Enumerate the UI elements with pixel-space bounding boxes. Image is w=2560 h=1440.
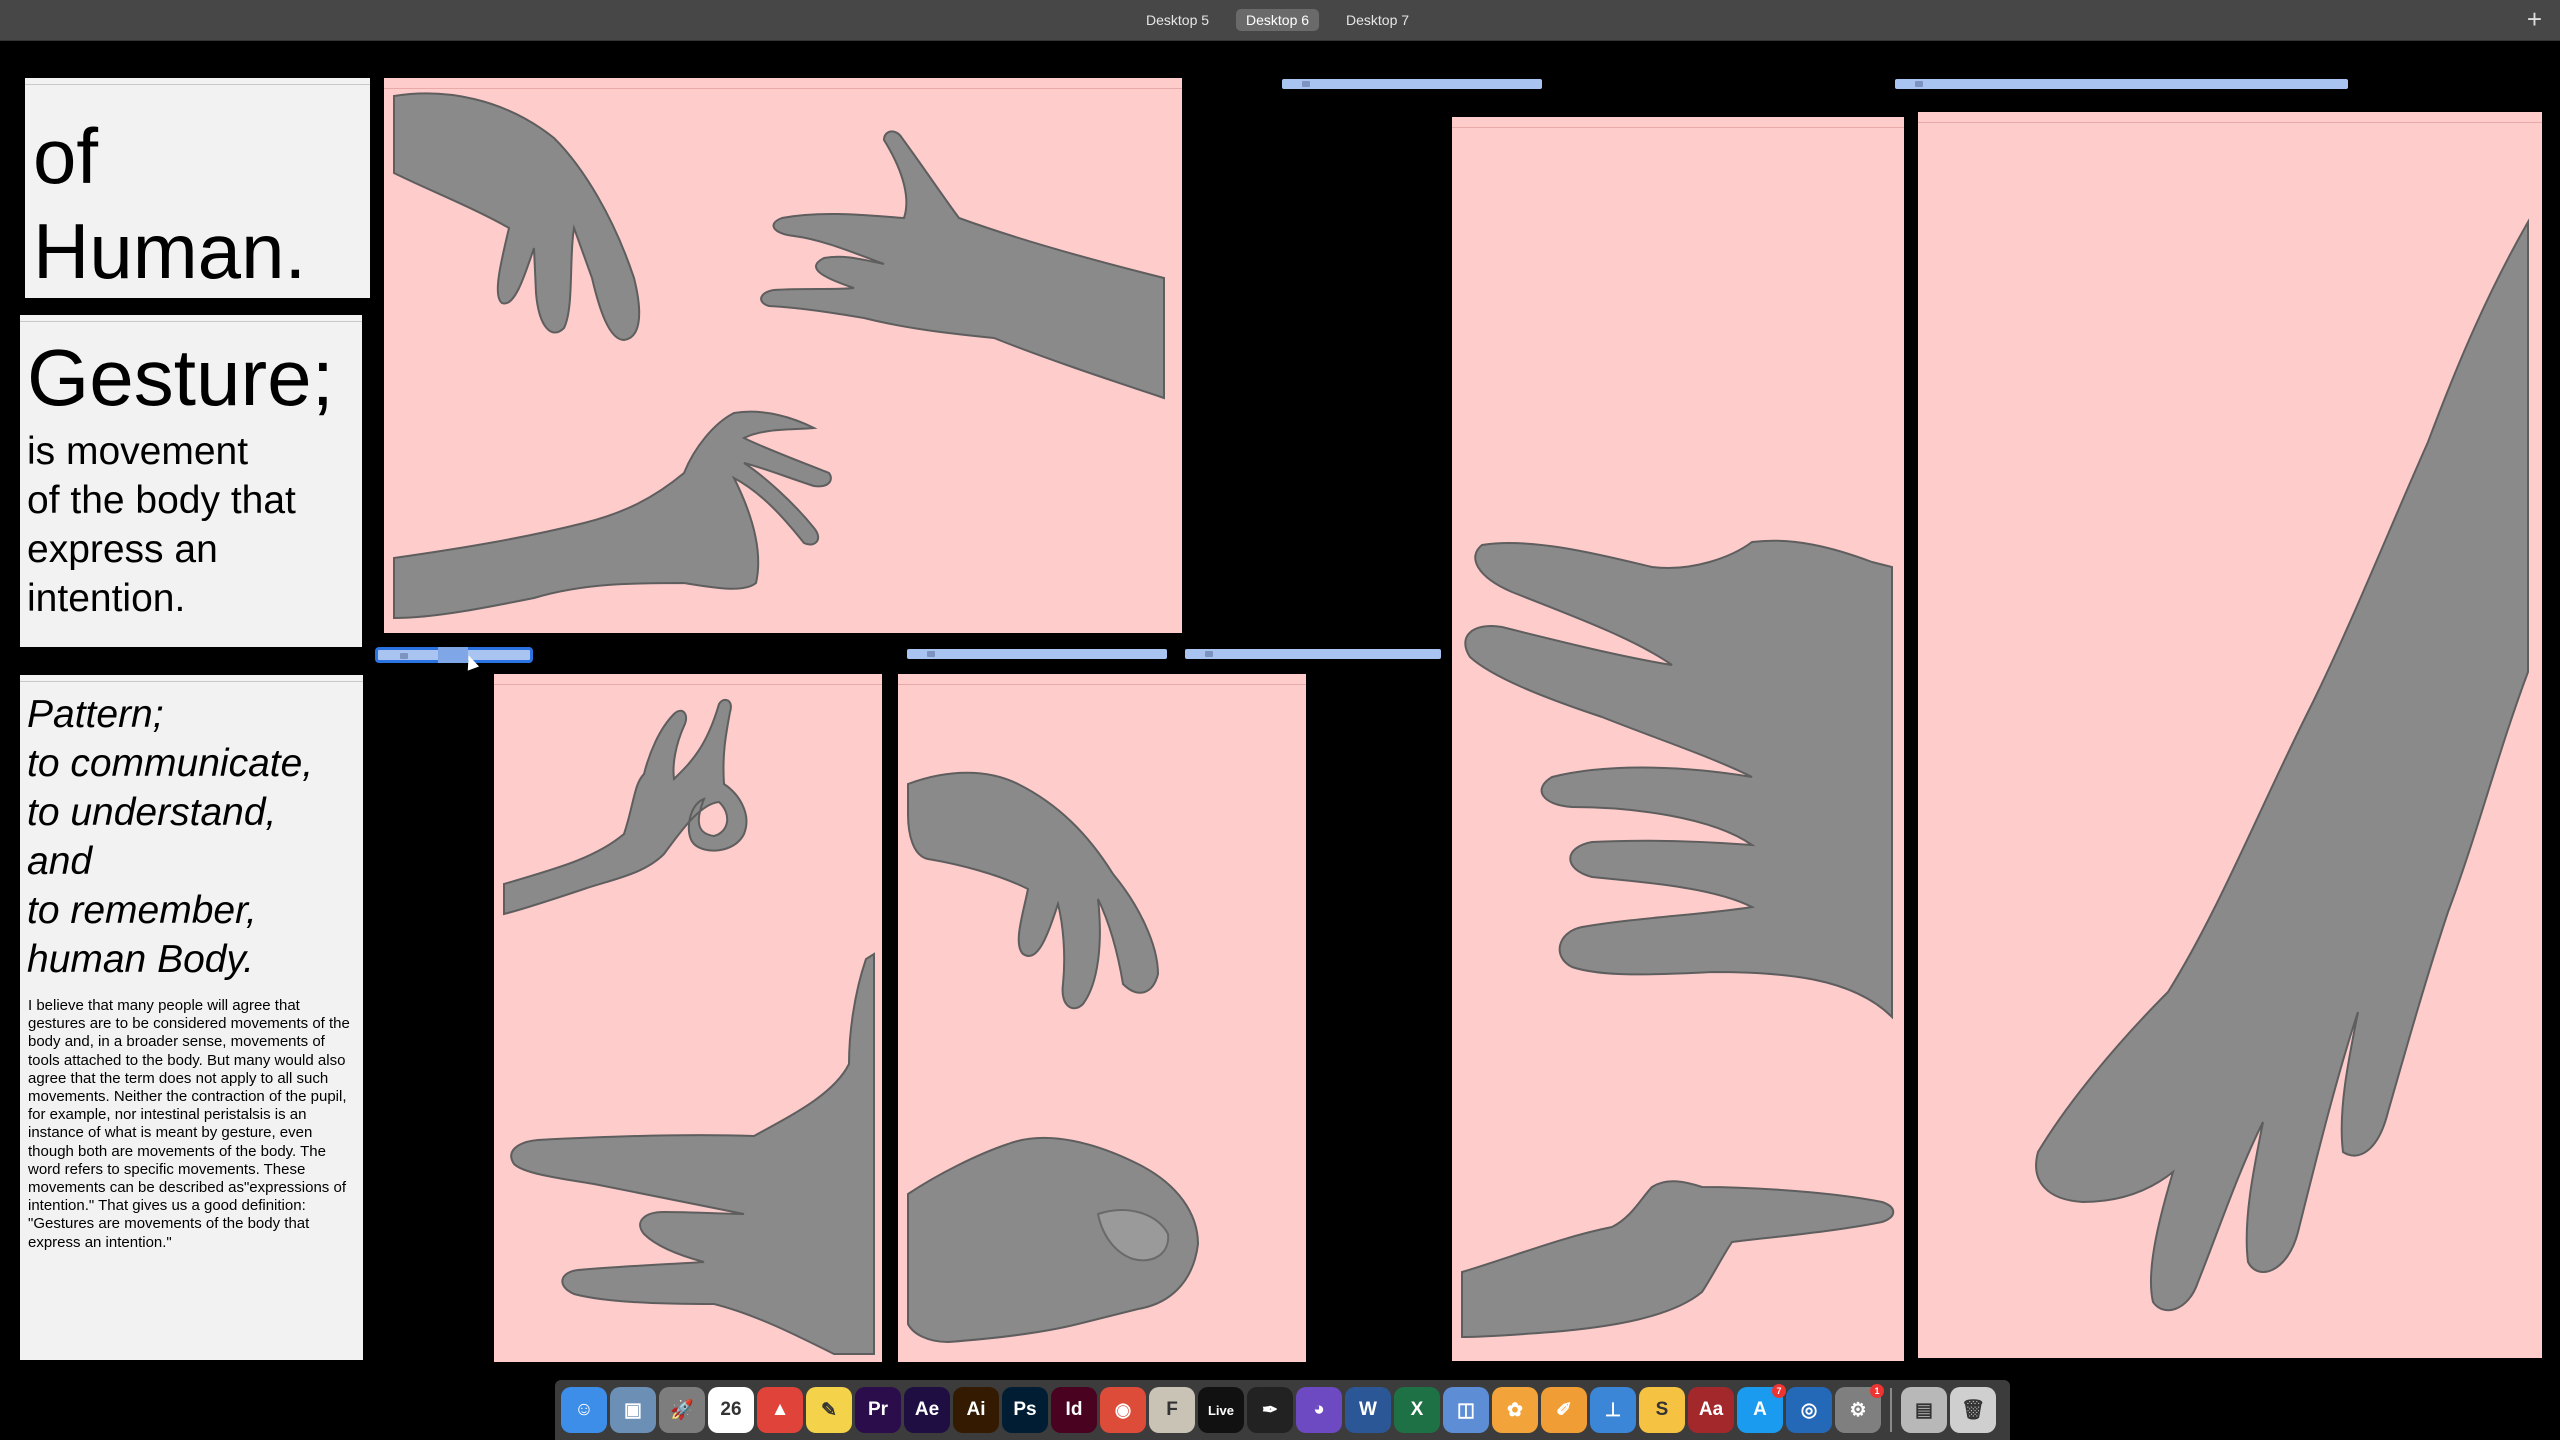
- pattern-paragraph: I believe that many people will agree th…: [28, 997, 350, 1251]
- window-hands-ok-pointing[interactable]: [494, 674, 882, 1362]
- system-preferences-icon[interactable]: ⚙ 1: [1835, 1384, 1884, 1433]
- window-hands-collage[interactable]: [384, 78, 1182, 633]
- hands-image: [2035, 218, 2529, 1312]
- illustrator-icon[interactable]: Ai: [953, 1387, 999, 1433]
- dock-glyph: A: [1753, 1399, 1767, 1420]
- dock-glyph: S: [1655, 1399, 1669, 1420]
- dock-glyph: ☺: [574, 1399, 594, 1420]
- dock-glyph: 26: [720, 1399, 742, 1420]
- dock-glyph: ◫: [1457, 1399, 1475, 1421]
- notes-icon[interactable]: ✎: [806, 1387, 852, 1433]
- dock-glyph: F: [1166, 1399, 1178, 1420]
- notification-badge: 1: [1870, 1384, 1884, 1398]
- window-titlebar-strip[interactable]: [907, 649, 1167, 659]
- gesture-heading: Gesture;: [27, 333, 334, 422]
- dock-glyph: Id: [1065, 1399, 1083, 1420]
- hands-image: [1461, 539, 1895, 1339]
- calendar-icon[interactable]: 26: [708, 1387, 754, 1433]
- dock-glyph: ✒: [1262, 1399, 1278, 1421]
- handle-grip: [400, 653, 408, 659]
- space-desktop-5[interactable]: Desktop 5: [1136, 9, 1219, 31]
- sketch-icon[interactable]: S: [1639, 1387, 1685, 1433]
- dock-glyph: ▣: [624, 1399, 642, 1421]
- excel-icon[interactable]: X: [1394, 1387, 1440, 1433]
- window-pattern-panel[interactable]: Pattern; to communicate, to understand, …: [20, 675, 363, 1360]
- dock-glyph: ◕: [1313, 1399, 1325, 1420]
- dock-glyph: Live: [1207, 1402, 1234, 1418]
- photos-icon[interactable]: ✿: [1492, 1387, 1538, 1433]
- hands-image: [503, 698, 875, 1355]
- premiere-icon[interactable]: Pr: [855, 1387, 901, 1433]
- strip-grip: [1915, 81, 1923, 87]
- window-titlebar-strip[interactable]: [1282, 79, 1542, 89]
- title-line-of: of: [33, 112, 99, 200]
- downloads-stack-icon[interactable]: ▤: [1901, 1387, 1947, 1433]
- window-gesture-panel[interactable]: Gesture; is movement of the body that ex…: [20, 315, 362, 647]
- dictionary-icon[interactable]: Aa: [1688, 1387, 1734, 1433]
- ableton-live-icon[interactable]: Live: [1198, 1387, 1244, 1433]
- dock-glyph: X: [1410, 1399, 1424, 1420]
- dock-glyph: ⚙: [1849, 1399, 1867, 1421]
- dock-glyph: 🗑: [1960, 1400, 1986, 1421]
- app-store-icon[interactable]: A7: [1737, 1384, 1786, 1433]
- add-space-button[interactable]: +: [2527, 4, 2542, 34]
- dock-glyph: Ae: [914, 1399, 940, 1420]
- dock-separator: [1890, 1388, 1892, 1432]
- dock-glyph: Pr: [867, 1399, 889, 1420]
- keynote-doc-icon[interactable]: ◫: [1443, 1387, 1489, 1433]
- strip-grip: [1302, 81, 1310, 87]
- dock: ☺ ▣ 🚀 26 ▲ ✎ Pr Ae Ai Ps Id ◉ F Live ✒ ◕ W X ◫ ✿ ✐ ⊥ S Aa A 7 ◎ ⚙ 1 ▤…: [555, 1380, 2010, 1440]
- dock-glyph: ⊥: [1604, 1399, 1622, 1421]
- dock-glyph: ✿: [1507, 1399, 1523, 1421]
- word-icon[interactable]: W: [1345, 1387, 1391, 1433]
- dock-glyph: ✎: [821, 1399, 837, 1421]
- gesture-definition: is movement of the body that express an …: [27, 430, 296, 620]
- space-desktop-7[interactable]: Desktop 7: [1336, 9, 1419, 31]
- dock-glyph: ◉: [1114, 1399, 1132, 1421]
- dock-glyph: ✐: [1556, 1399, 1572, 1421]
- github-icon[interactable]: ◕: [1296, 1387, 1342, 1433]
- pen-tool-icon[interactable]: ✒: [1247, 1387, 1293, 1433]
- window-hands-claw-point[interactable]: [1452, 117, 1904, 1361]
- pattern-heading: Pattern; to communicate, to understand, …: [27, 693, 314, 981]
- title-line-human: Human.: [33, 207, 307, 295]
- dock-glyph: 🚀: [670, 1400, 694, 1421]
- window-titlebar-strip[interactable]: [1185, 649, 1441, 659]
- mission-control-spaces-bar: Desktop 5 Desktop 6 Desktop 7 +: [0, 0, 2560, 41]
- indesign-icon[interactable]: Id: [1051, 1387, 1097, 1433]
- dock-glyph: Aa: [1698, 1399, 1724, 1420]
- after-effects-icon[interactable]: Ae: [904, 1387, 950, 1433]
- dock-glyph: ◎: [1800, 1399, 1818, 1421]
- strip-grip: [1205, 651, 1213, 657]
- space-desktop-6[interactable]: Desktop 6: [1236, 9, 1320, 31]
- window-titlebar-strip[interactable]: [1895, 79, 2348, 89]
- notification-badge: 7: [1772, 1384, 1786, 1398]
- strip-grip: [927, 651, 935, 657]
- quicktime-icon[interactable]: ◎: [1786, 1387, 1832, 1433]
- photoshop-icon[interactable]: Ps: [1002, 1387, 1048, 1433]
- dock-glyph: ▤: [1915, 1399, 1933, 1421]
- dock-glyph: W: [1359, 1399, 1377, 1420]
- chrome-icon[interactable]: ◉: [1100, 1387, 1146, 1433]
- hands-image: [907, 771, 1200, 1344]
- flashcards-icon[interactable]: ▲: [757, 1387, 803, 1433]
- dock-glyph: Ps: [1013, 1399, 1037, 1420]
- window-title-panel[interactable]: of Human.: [25, 78, 370, 298]
- preview-icon[interactable]: ▣: [610, 1387, 656, 1433]
- finder-icon[interactable]: ☺: [561, 1387, 607, 1433]
- hands-image: [393, 92, 1165, 620]
- keynote-icon[interactable]: ⊥: [1590, 1387, 1636, 1433]
- pages-icon[interactable]: ✐: [1541, 1387, 1587, 1433]
- window-top-edge: [25, 84, 370, 85]
- trash-icon[interactable]: 🗑: [1950, 1387, 1996, 1433]
- font-book-icon[interactable]: F: [1149, 1387, 1195, 1433]
- window-hand-closeup[interactable]: [1918, 112, 2542, 1358]
- window-resize-handle-selected[interactable]: [375, 647, 533, 663]
- window-hands-droop-fist[interactable]: [898, 674, 1306, 1362]
- window-top-edge: [20, 321, 362, 322]
- dock-glyph: Ai: [966, 1399, 986, 1420]
- window-top-edge: [20, 681, 363, 682]
- launchpad-icon[interactable]: 🚀: [659, 1387, 705, 1433]
- dock-glyph: ▲: [770, 1399, 790, 1420]
